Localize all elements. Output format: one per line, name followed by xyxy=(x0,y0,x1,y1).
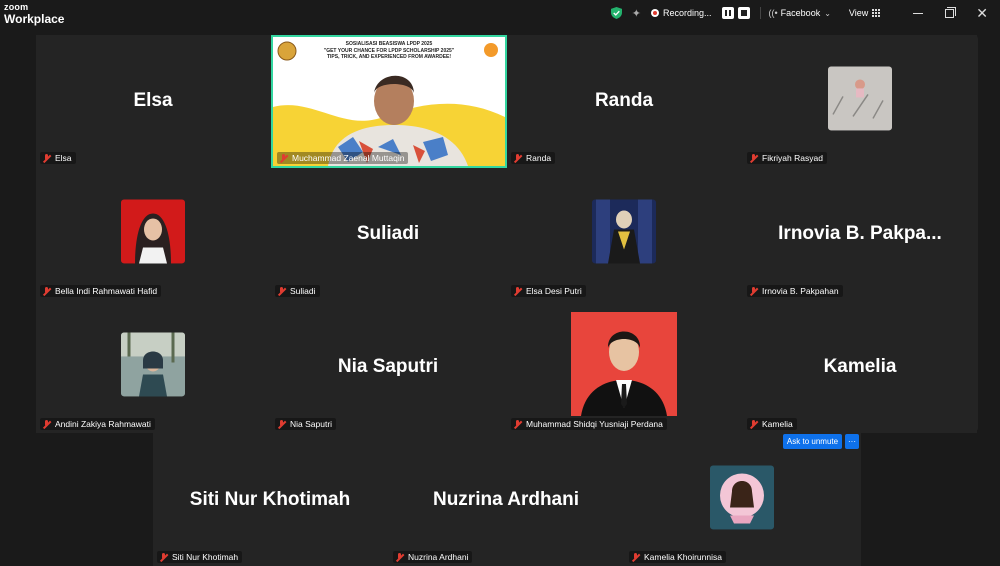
participant-name-tag: Fikriyah Rasyad xyxy=(747,152,827,164)
participant-name-tag: Muchammad Zaenal Muttaqin xyxy=(277,152,409,164)
participant-tile-suliadi[interactable]: Suliadi Suliadi xyxy=(271,168,505,300)
mic-muted-icon xyxy=(513,153,522,163)
mic-muted-icon xyxy=(395,552,404,562)
gallery-grid: Elsa Elsa SOSIALISASI BEASISWA LPDP 2025… xyxy=(36,35,978,433)
mic-muted-icon xyxy=(749,153,758,163)
participant-name-tag: Kamelia xyxy=(747,418,797,430)
mic-muted-icon xyxy=(42,153,51,163)
participant-name-tag: Elsa Desi Putri xyxy=(511,285,586,297)
mic-muted-icon xyxy=(159,552,168,562)
view-button[interactable]: View xyxy=(849,8,868,18)
participant-name-tag: Andini Zakiya Rahmawati xyxy=(40,418,155,430)
participant-label: Siti Nur Khotimah xyxy=(172,552,239,562)
grid-view-icon[interactable] xyxy=(872,8,881,18)
participant-display-name: Irnovia B. Pakpa... xyxy=(778,223,942,244)
participant-tile-shidqi[interactable]: Muhammad Shidqi Yusniaji Perdana xyxy=(507,301,741,433)
avatar xyxy=(710,465,774,530)
more-options-button[interactable]: ··· xyxy=(845,434,859,449)
participant-name-tag: Randa xyxy=(511,152,556,164)
mic-muted-icon xyxy=(513,286,522,296)
avatar xyxy=(828,66,892,131)
participant-tile-nia[interactable]: Nia Saputri Nia Saputri xyxy=(271,301,505,433)
banner-line-3: TIPS, TRICK, AND EXPERIENCED FROM AWARDE… xyxy=(326,54,452,60)
participant-label: Kamelia Khoirunnisa xyxy=(644,552,722,562)
ai-companion-icon[interactable]: ✦ xyxy=(632,7,641,20)
participant-tile-bella[interactable]: Bella Indi Rahmawati Hafid xyxy=(36,168,270,300)
participant-label: Nia Saputri xyxy=(290,419,333,429)
mic-muted-icon xyxy=(513,419,522,429)
participant-label: Muhammad Shidqi Yusniaji Perdana xyxy=(526,419,663,429)
mic-muted-icon xyxy=(279,153,288,163)
avatar xyxy=(121,332,185,397)
restore-window-button[interactable] xyxy=(945,6,957,18)
security-shield-icon[interactable] xyxy=(610,7,622,19)
participant-tile-active-speaker[interactable]: SOSIALISASI BEASISWA LPDP 2025 "GET YOUR… xyxy=(271,35,507,168)
video-banner-text: SOSIALISASI BEASISWA LPDP 2025 "GET YOUR… xyxy=(273,41,505,61)
mic-muted-icon xyxy=(749,286,758,296)
zoom-workplace-logo: zoom Workplace xyxy=(4,2,65,26)
mic-muted-icon xyxy=(277,419,286,429)
participant-display-name: Randa xyxy=(594,90,654,111)
pause-recording-button[interactable] xyxy=(721,7,734,19)
participant-label: Suliadi xyxy=(290,286,316,296)
participant-name-tag: Nia Saputri xyxy=(275,418,337,430)
recording-indicator-icon xyxy=(650,9,659,17)
participant-label: Nuzrina Ardhani xyxy=(408,552,469,562)
participant-tile-kamelia[interactable]: Kamelia Kamelia xyxy=(743,301,977,433)
participant-label: Bella Indi Rahmawati Hafid xyxy=(55,286,158,296)
avatar xyxy=(121,199,185,264)
participant-tile-elsa[interactable]: Elsa Elsa xyxy=(36,35,270,167)
live-stream-icon: ((• xyxy=(768,8,778,18)
participant-label: Randa xyxy=(526,153,552,163)
participant-display-name: Suliadi xyxy=(356,223,420,244)
logo-line-1: zoom xyxy=(4,2,29,12)
participant-name-tag: Elsa xyxy=(40,152,76,164)
ask-to-unmute-button[interactable]: Ask to unmute xyxy=(783,434,842,449)
mic-muted-icon xyxy=(277,286,286,296)
stop-recording-button[interactable] xyxy=(737,7,750,19)
logo-line-2: Workplace xyxy=(4,12,65,26)
participant-name-tag: Kamelia Khoirunnisa xyxy=(629,551,726,563)
participant-display-name: Nuzrina Ardhani xyxy=(432,489,580,510)
participant-tile-siti[interactable]: Siti Nur Khotimah Siti Nur Khotimah xyxy=(153,434,387,566)
participant-name-tag: Nuzrina Ardhani xyxy=(393,551,473,563)
minimize-window-button[interactable] xyxy=(913,12,924,14)
mic-muted-icon xyxy=(42,419,51,429)
participant-tile-andini[interactable]: Andini Zakiya Rahmawati xyxy=(36,301,270,433)
participant-name-tag: Muhammad Shidqi Yusniaji Perdana xyxy=(511,418,667,430)
participant-display-name: Siti Nur Khotimah xyxy=(189,489,351,510)
participant-tile-randa[interactable]: Randa Randa xyxy=(507,35,741,167)
divider xyxy=(759,7,761,19)
participant-display-name: Nia Saputri xyxy=(337,356,439,377)
avatar xyxy=(592,199,656,264)
mic-muted-icon xyxy=(631,552,640,562)
recording-label: Recording... xyxy=(662,8,712,18)
participant-name-tag: Suliadi xyxy=(275,285,320,297)
participant-tile-kamelia-khoirunnisa[interactable]: Kamelia Khoirunnisa xyxy=(625,434,859,566)
participant-label: Fikriyah Rasyad xyxy=(762,153,823,163)
participant-label: Irnovia B. Pakpahan xyxy=(762,286,839,296)
participant-name-tag: Irnovia B. Pakpahan xyxy=(747,285,843,297)
participant-label: Elsa xyxy=(55,153,72,163)
participant-label: Andini Zakiya Rahmawati xyxy=(55,419,151,429)
mic-muted-icon xyxy=(42,286,51,296)
live-stream-label[interactable]: Facebook xyxy=(781,8,821,18)
participant-tile-fikriyah[interactable]: Fikriyah Rasyad xyxy=(743,35,977,167)
participant-name-tag: Siti Nur Khotimah xyxy=(157,551,243,563)
participant-label: Elsa Desi Putri xyxy=(526,286,582,296)
participant-label: Muchammad Zaenal Muttaqin xyxy=(292,153,405,163)
mic-muted-icon xyxy=(749,419,758,429)
participant-name-tag: Bella Indi Rahmawati Hafid xyxy=(40,285,162,297)
participant-tile-irnovia[interactable]: Irnovia B. Pakpa... Irnovia B. Pakpahan xyxy=(743,168,977,300)
chevron-down-icon[interactable]: ⌄ xyxy=(824,9,831,18)
close-window-button[interactable]: ✕ xyxy=(976,5,988,22)
participant-display-name: Elsa xyxy=(133,90,173,111)
gallery-grid-bottom-row: Siti Nur Khotimah Siti Nur Khotimah Nuzr… xyxy=(153,432,861,566)
participant-display-name: Kamelia xyxy=(823,356,897,377)
title-bar: zoom Workplace ✦ Recording... ((• Facebo… xyxy=(0,0,1000,28)
avatar xyxy=(571,312,677,416)
participant-label: Kamelia xyxy=(762,419,793,429)
participant-tile-nuzrina[interactable]: Nuzrina Ardhani Nuzrina Ardhani xyxy=(389,434,623,566)
participant-tile-elsa-desi[interactable]: Elsa Desi Putri xyxy=(507,168,741,300)
